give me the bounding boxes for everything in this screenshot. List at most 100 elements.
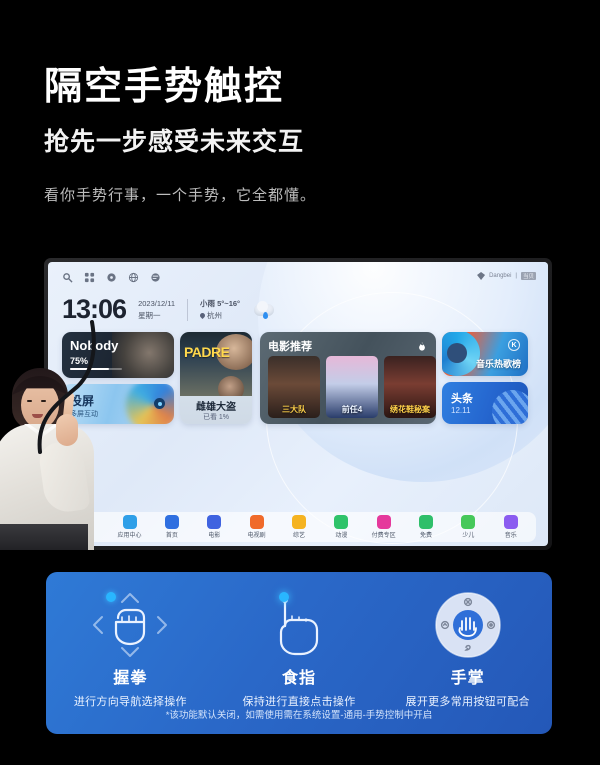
tv-nav-label: 综艺 [292, 533, 305, 539]
tv-nav-item[interactable]: 应用中心 [112, 515, 148, 539]
tv-nav-item[interactable]: 电影 [196, 515, 232, 539]
tv-nav-label: 音乐 [504, 533, 517, 539]
tv-nav-icon [164, 515, 179, 529]
promo-page: 隔空手势触控 抢先一步感受未来交互 看你手势行事，一个手势，它全都懂。 Dang… [0, 0, 600, 765]
gesture-item-index-finger[interactable]: 食指 保持进行直接点击操作 [215, 588, 384, 709]
card-movie-recommend[interactable]: 电影推荐 三大队 前任4 绣花鞋秘案 [260, 332, 436, 424]
gesture-footnote: *该功能默认关闭，如需使用需在系统设置-通用-手势控制中开启 [165, 710, 433, 721]
tv-card-grid: Nobody 75% 投屏 多屏互动 PADRE 雌雄大盗 已看 1% 电影推荐… [62, 332, 536, 512]
card-padre[interactable]: PADRE 雌雄大盗 已看 1% [180, 332, 252, 424]
tv-nav-label: 应用中心 [117, 533, 142, 539]
brand-divider: | [515, 273, 517, 279]
tv-nav-label: 动漫 [335, 533, 348, 539]
news-title: 头条 [451, 393, 473, 405]
weather-line: 小雨 5°~16° [200, 298, 240, 309]
tv-nav-item[interactable]: 音乐 [493, 515, 529, 539]
movie-poster[interactable]: 绣花鞋秘案 [384, 356, 436, 418]
cast-swirl-icon [126, 384, 174, 424]
tv-nav-label: 电视剧 [247, 533, 266, 539]
movie-poster-title: 前任4 [341, 405, 363, 414]
weather-temperature: 5°~16° [217, 299, 241, 309]
tv-bottom-nav: 我的应用中心首页电影电视剧综艺动漫付费专区免费少儿音乐 [62, 512, 536, 542]
brand-name-cn: 当贝 [520, 272, 536, 280]
page-title: 隔空手势触控 [44, 66, 285, 108]
message-icon[interactable] [150, 272, 161, 283]
tv-nav-icon [291, 515, 306, 529]
tv-nav-item[interactable]: 少儿 [450, 515, 486, 539]
tv-nav-icon [461, 515, 476, 529]
music-title: 音乐热歌榜 [475, 359, 521, 369]
cast-badge-icon [154, 398, 165, 409]
tv-mockup: Dangbei | 当贝 13:06 2023/12/11 星期一 小雨 5°~… [0, 258, 600, 558]
card-music-chart[interactable]: K 音乐热歌榜 [442, 332, 528, 376]
tv-nav-item[interactable]: 付费专区 [366, 515, 402, 539]
search-icon[interactable] [62, 272, 73, 283]
page-tagline: 看你手势行事，一个手势，它全都懂。 [44, 186, 317, 204]
movie-poster[interactable]: 三大队 [268, 356, 320, 418]
tv-nav-icon [122, 515, 137, 529]
rain-cloud-icon [252, 300, 276, 319]
weekday-value: 星期一 [138, 310, 161, 320]
dangbei-diamond-icon [477, 272, 486, 280]
tv-nav-icon [249, 515, 264, 529]
padre-poster-title: PADRE [184, 344, 230, 360]
fist-gesture-icon [82, 588, 178, 662]
music-ring-icon [442, 332, 480, 376]
page-subtitle: 抢先一步感受未来交互 [44, 127, 305, 156]
tv-nav-item[interactable]: 动漫 [323, 515, 359, 539]
card-headlines[interactable]: 头条 12.11 [442, 382, 528, 424]
weather-block: 小雨 5°~16° 杭州 [199, 298, 240, 321]
tv-topbar [62, 272, 161, 283]
tv-nav-icon [376, 515, 391, 529]
gear-icon[interactable] [106, 272, 117, 283]
globe-icon[interactable] [128, 272, 139, 283]
tv-nav-label: 电影 [208, 533, 221, 539]
padre-poster: PADRE [180, 332, 252, 396]
tv-nav-label: 付费专区 [371, 533, 396, 539]
flame-icon [417, 339, 427, 351]
tv-nav-icon [419, 515, 434, 529]
tv-nav-icon [503, 515, 518, 529]
music-badge: K [508, 339, 520, 351]
gesture-name: 握拳 [113, 670, 148, 687]
tv-nav-item[interactable]: 综艺 [281, 515, 317, 539]
palm-gesture-icon [420, 588, 516, 662]
gesture-trace-line [34, 306, 108, 456]
movies-heading: 电影推荐 [268, 341, 312, 353]
city-value: 杭州 [207, 310, 223, 320]
tv-nav-item[interactable]: 免费 [408, 515, 444, 539]
news-date: 12.11 [451, 406, 471, 415]
movies-poster-strip: 三大队 前任4 绣花鞋秘案 [268, 356, 436, 418]
index-finger-gesture-icon [251, 588, 347, 662]
tv-nav-label: 免费 [420, 533, 433, 539]
brand-logo: Dangbei | 当贝 [477, 272, 536, 280]
gesture-item-fist[interactable]: 握拳 进行方向导航选择操作 [46, 588, 215, 709]
location-pin-icon [199, 311, 207, 319]
gesture-row: 握拳 进行方向导航选择操作 食指 保持进行直接点击操作 手掌 展开更多常用按钮可… [46, 588, 552, 709]
tv-nav-item[interactable]: 首页 [154, 515, 190, 539]
weather-condition: 小雨 [200, 299, 216, 309]
tv-nav-icon [334, 515, 349, 529]
brand-name: Dangbei [489, 273, 512, 279]
tv-bezel: Dangbei | 当贝 13:06 2023/12/11 星期一 小雨 5°~… [44, 258, 552, 550]
padre-watched: 已看 1% [202, 414, 230, 421]
headings-block: 隔空手势触控 抢先一步感受未来交互 看你手势行事，一个手势，它全都懂。 [0, 0, 600, 205]
date-value: 2023/12/11 [138, 299, 176, 309]
location-line: 杭州 [199, 310, 240, 321]
date-block: 2023/12/11 星期一 [138, 298, 175, 321]
movie-poster[interactable]: 前任4 [326, 356, 378, 418]
gesture-item-palm[interactable]: 手掌 展开更多常用按钮可配合 [383, 588, 552, 709]
tv-screen: Dangbei | 当贝 13:06 2023/12/11 星期一 小雨 5°~… [48, 262, 548, 546]
apps-grid-icon[interactable] [84, 272, 95, 283]
padre-title: 雌雄大盗 [196, 402, 236, 413]
gesture-name: 手掌 [450, 670, 485, 687]
nobody-artwork [112, 332, 174, 378]
movie-poster-title: 绣花鞋秘案 [390, 405, 430, 414]
tv-nav-item[interactable]: 电视剧 [239, 515, 275, 539]
gesture-panel: 握拳 进行方向导航选择操作 食指 保持进行直接点击操作 手掌 展开更多常用按钮可… [46, 572, 552, 734]
tv-nav-icon [207, 515, 222, 529]
news-sphere-icon [492, 390, 528, 424]
status-divider [187, 298, 189, 321]
tv-nav-label: 首页 [165, 533, 178, 539]
gesture-name: 食指 [282, 670, 317, 687]
